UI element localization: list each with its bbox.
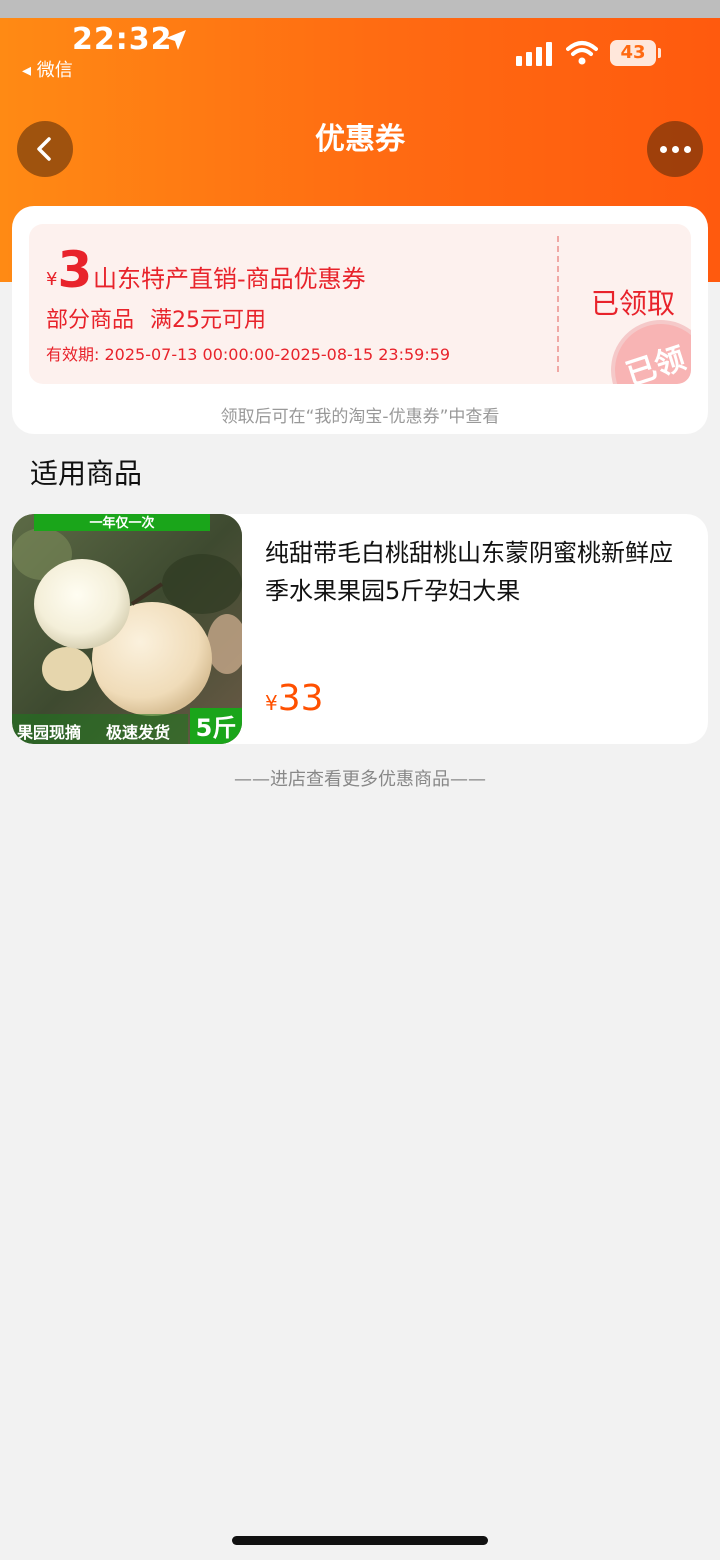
coupon-card: ¥3 山东特产直销-商品优惠券 部分商品 满25元可用 有效期: 2025-07-… (12, 206, 708, 434)
image-tag-2: 极速发货 (106, 723, 170, 742)
page-title: 优惠券 (315, 122, 405, 157)
battery-icon: 43 (610, 40, 656, 66)
product-card[interactable]: 一年仅一次 果园现摘 极速发货 5斤 纯甜带毛白桃甜桃山东蒙阴蜜桃新鲜应季水果果… (12, 514, 708, 744)
coupon-amount: ¥3 (46, 242, 92, 298)
coupon-scope: 部分商品 (46, 308, 135, 333)
product-name[interactable]: 纯甜带毛白桃甜桃山东蒙阴蜜桃新鲜应季水果果园5斤孕妇大果 (265, 534, 685, 610)
image-weight: 5斤 (196, 714, 237, 742)
product-price: ¥33 (265, 678, 324, 719)
location-arrow-icon (166, 30, 186, 50)
coupon-divider (557, 236, 559, 372)
top-strip (0, 0, 720, 18)
image-tag-1: 果园现摘 (16, 723, 81, 742)
coupon-status-button[interactable]: 已领取 (573, 286, 691, 322)
battery-tip (658, 48, 661, 58)
peach-photo: 一年仅一次 果园现摘 极速发货 5斤 (12, 514, 242, 744)
coupon-name: 山东特产直销-商品优惠券 (93, 265, 366, 293)
coupon-ticket: ¥3 山东特产直销-商品优惠券 部分商品 满25元可用 有效期: 2025-07-… (29, 224, 691, 384)
more-button[interactable] (647, 121, 703, 177)
price-currency: ¥ (265, 691, 278, 715)
coupon-amount-value: 3 (57, 241, 93, 299)
home-indicator[interactable] (232, 1536, 488, 1545)
coupon-hint: 领取后可在“我的淘宝-优惠券”中查看 (220, 407, 500, 427)
signal-bars-icon (516, 42, 552, 66)
more-coupon-products-link[interactable]: ——进店查看更多优惠商品—— (0, 768, 720, 792)
more-dots-icon (659, 145, 667, 153)
product-image[interactable]: 一年仅一次 果园现摘 极速发货 5斤 (12, 514, 242, 744)
more-dot (671, 145, 679, 153)
coupon-currency: ¥ (46, 269, 58, 290)
section-title: 适用商品 (30, 457, 143, 490)
image-banner: 一年仅一次 (89, 515, 154, 531)
coupon-validity: 有效期: 2025-07-13 00:00:00-2025-08-15 23:5… (46, 345, 451, 364)
wifi-icon (566, 41, 598, 65)
back-to-wechat[interactable]: ◂ 微信 (22, 56, 73, 82)
stamp-text: 已领 (621, 341, 690, 384)
more-dot (683, 145, 691, 153)
coupon-threshold: 满25元可用 (150, 308, 267, 333)
price-value: 33 (277, 678, 324, 719)
coupon-conditions: 部分商品 满25元可用 (46, 306, 266, 336)
status-time: 22:32 (72, 22, 173, 57)
